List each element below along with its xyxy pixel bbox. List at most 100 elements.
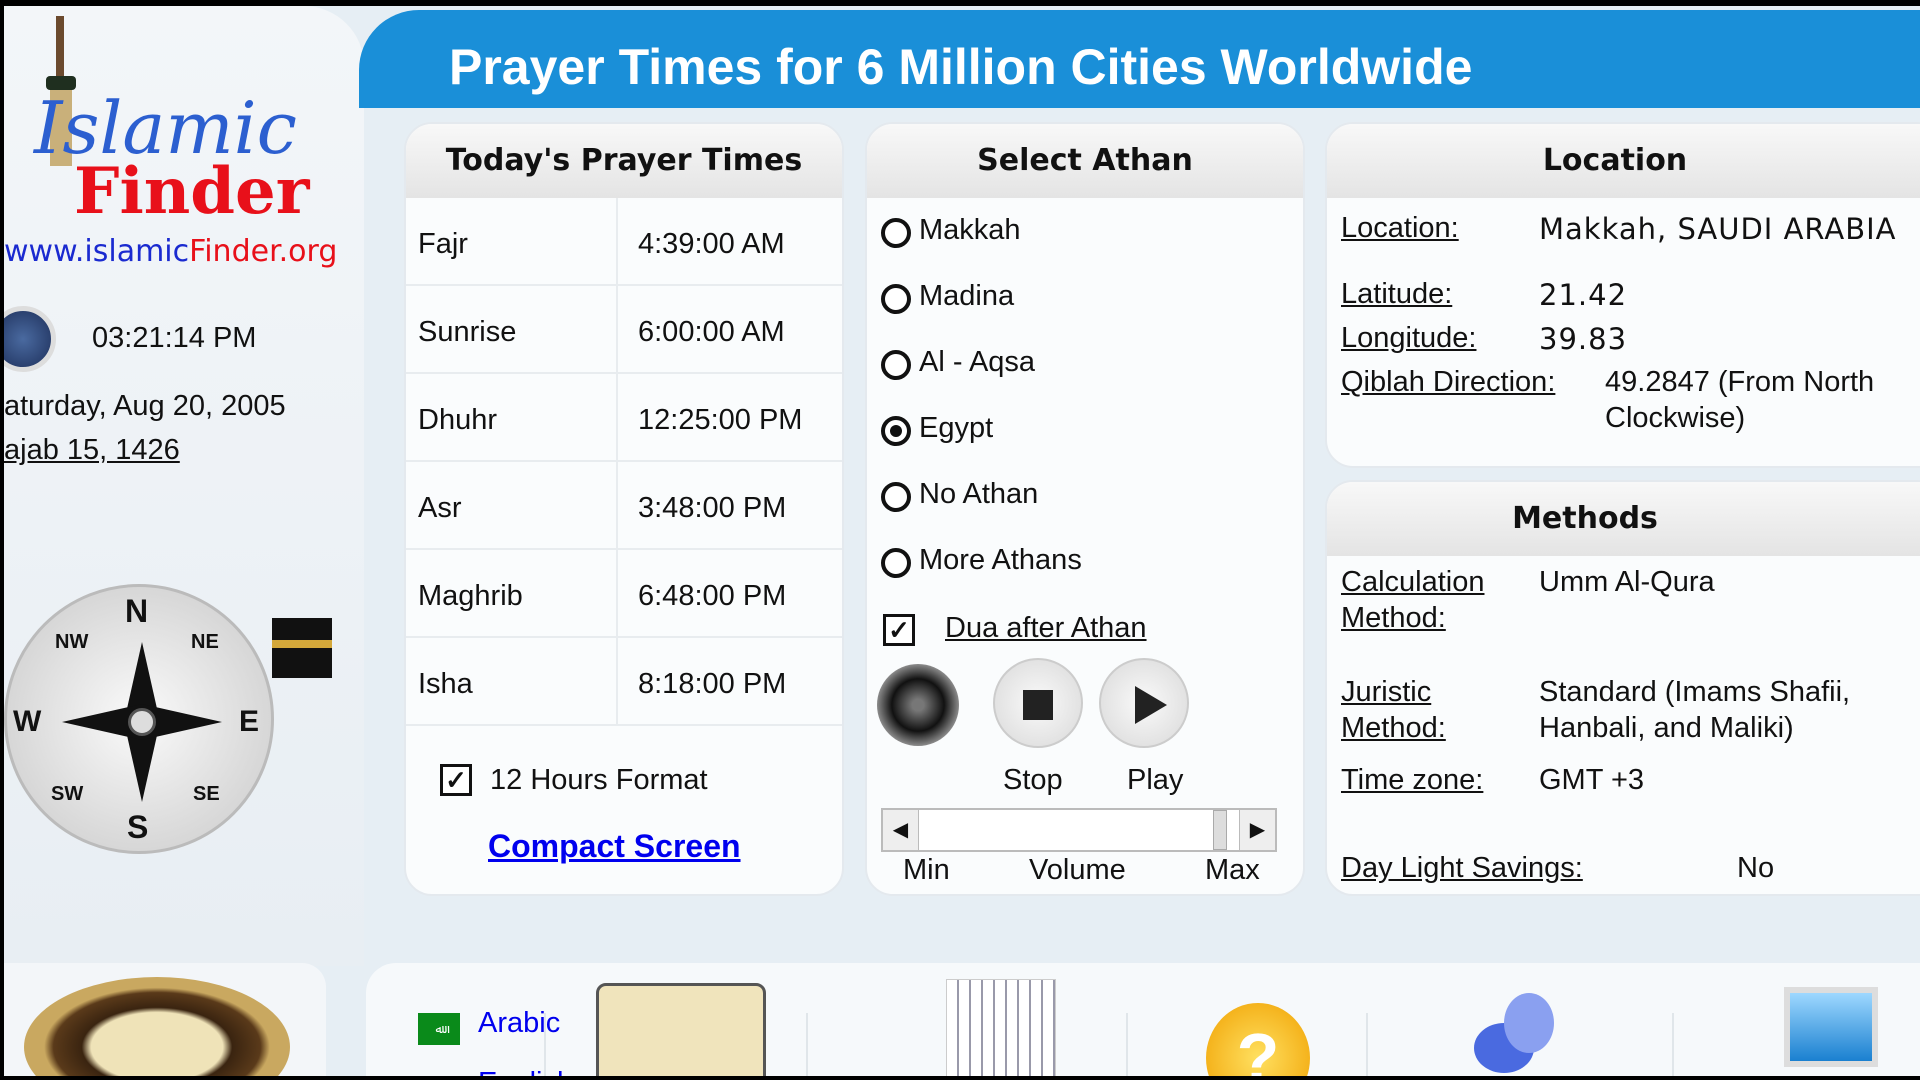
- prayer-times-panel: Today's Prayer Times Fajr 4:39:00 AM Sunri…: [404, 122, 844, 896]
- prayer-row: Isha 8:18:00 PM: [406, 638, 842, 726]
- athan-option-label[interactable]: Egypt: [919, 412, 993, 445]
- timezone-label[interactable]: Time zone:: [1341, 764, 1483, 797]
- athan-option-label[interactable]: Madina: [919, 280, 1014, 313]
- compass-ne: NE: [191, 631, 219, 653]
- calc-method-label-cont[interactable]: Method:: [1341, 602, 1446, 635]
- dua-checkbox[interactable]: ✓: [883, 614, 915, 646]
- url-part: www.islamic: [4, 234, 190, 269]
- prayer-time: 4:39:00 AM: [638, 228, 785, 260]
- panel-title: Methods: [1327, 482, 1920, 556]
- athan-radio[interactable]: [881, 548, 911, 578]
- prayer-time: 6:48:00 PM: [638, 580, 787, 612]
- compact-screen-link[interactable]: Compact Screen: [488, 828, 741, 865]
- dls-label[interactable]: Day Light Savings:: [1341, 852, 1583, 885]
- calc-method-label[interactable]: Calculation: [1341, 566, 1484, 599]
- prayer-name: Maghrib: [418, 580, 523, 612]
- website-link[interactable]: www.islamicFinder.org: [4, 234, 337, 269]
- compass-s: S: [127, 809, 149, 845]
- athan-option-label[interactable]: No Athan: [919, 478, 1038, 511]
- kaaba-icon: [272, 618, 332, 678]
- prayer-row: Sunrise 6:00:00 AM: [406, 286, 842, 374]
- logo-finder: Finder: [74, 154, 310, 229]
- calc-method-value: Umm Al-Qura: [1539, 566, 1715, 598]
- prayer-name: Asr: [418, 492, 462, 524]
- play-button[interactable]: [1099, 658, 1189, 748]
- compass-se: SE: [193, 783, 220, 805]
- play-label: Play: [1127, 764, 1184, 796]
- scroll-right-icon[interactable]: ▶: [1239, 810, 1275, 850]
- athan-option-label[interactable]: More Athans: [919, 544, 1082, 577]
- bottom-toolbar: ﷲ Arabic English ?: [366, 963, 1920, 1076]
- sidebar: Islamic Finder www.islamicFinder.org 03:…: [4, 6, 364, 966]
- latitude-value: 21.42: [1539, 278, 1628, 312]
- prayer-row: Maghrib 6:48:00 PM: [406, 550, 842, 638]
- compass-icon: N S E W NE NW SE SW: [4, 584, 274, 854]
- qiblah-label[interactable]: Qiblah Direction:: [1341, 366, 1555, 399]
- athan-radio[interactable]: [881, 218, 911, 248]
- location-value: Makkah, SAUDI ARABIA: [1539, 212, 1897, 246]
- juristic-method-value-cont: Hanbali, and Maliki): [1539, 712, 1794, 744]
- speaker-icon: [877, 664, 959, 746]
- hours-format-checkbox[interactable]: ✓: [440, 764, 472, 796]
- compass-sw: SW: [51, 783, 84, 805]
- qiblah-value: 49.2847 (From North: [1605, 366, 1875, 398]
- english-link[interactable]: English: [478, 1067, 573, 1076]
- latitude-label[interactable]: Latitude:: [1341, 278, 1452, 311]
- prayer-name: Sunrise: [418, 316, 517, 348]
- arabic-link[interactable]: Arabic: [478, 1007, 560, 1040]
- location-label[interactable]: Location:: [1341, 212, 1459, 245]
- prayer-row: Fajr 4:39:00 AM: [406, 198, 842, 286]
- app-window: Islamic Finder www.islamicFinder.org 03:…: [4, 6, 1920, 1076]
- athan-radio[interactable]: [881, 416, 911, 446]
- prayer-row: Asr 3:48:00 PM: [406, 462, 842, 550]
- stop-label: Stop: [1003, 764, 1063, 796]
- juristic-method-label[interactable]: Juristic: [1341, 676, 1431, 709]
- users-icon[interactable]: [1474, 983, 1564, 1076]
- bottom-left-panel: [4, 963, 326, 1076]
- prayer-name: Dhuhr: [418, 404, 497, 436]
- volume-min: Min: [903, 854, 950, 886]
- volume-thumb[interactable]: [1213, 810, 1227, 850]
- prayer-row: Dhuhr 12:25:00 PM: [406, 374, 842, 462]
- longitude-label[interactable]: Longitude:: [1341, 322, 1476, 355]
- arabic-flag-icon: ﷲ: [418, 1013, 460, 1045]
- compass-w: W: [13, 705, 42, 738]
- methods-panel: Methods Calculation Method: Umm Al-Qura …: [1325, 480, 1920, 896]
- computer-icon[interactable]: [1784, 987, 1878, 1067]
- volume-label: Volume: [1029, 854, 1126, 886]
- volume-max: Max: [1205, 854, 1260, 886]
- prayer-time: 3:48:00 PM: [638, 492, 787, 524]
- athan-option-label[interactable]: Makkah: [919, 214, 1021, 247]
- hijri-date[interactable]: ajab 15, 1426: [4, 434, 180, 467]
- prayer-name: Isha: [418, 668, 473, 700]
- qiblah-value-cont: Clockwise): [1605, 402, 1746, 434]
- prayer-time: 6:00:00 AM: [638, 316, 785, 348]
- timezone-value: GMT +3: [1539, 764, 1645, 796]
- athan-option-label[interactable]: Al - Aqsa: [919, 346, 1035, 379]
- prayer-time: 12:25:00 PM: [638, 404, 803, 436]
- panel-title: Today's Prayer Times: [406, 124, 842, 198]
- help-icon[interactable]: ?: [1206, 1003, 1310, 1076]
- url-part: Finder.org: [189, 234, 338, 269]
- calendar-icon[interactable]: [946, 979, 1056, 1076]
- compass-e: E: [239, 705, 260, 738]
- panel-title: Location: [1327, 124, 1920, 198]
- athan-radio[interactable]: [881, 350, 911, 380]
- clock-icon: [4, 306, 56, 372]
- stop-button[interactable]: [993, 658, 1083, 748]
- athan-radio[interactable]: [881, 284, 911, 314]
- athan-radio[interactable]: [881, 482, 911, 512]
- quran-icon[interactable]: [596, 983, 766, 1076]
- hours-format-label: 12 Hours Format: [490, 764, 708, 796]
- dua-label[interactable]: Dua after Athan: [945, 612, 1147, 645]
- dls-value: No: [1737, 852, 1775, 884]
- play-icon: [1135, 686, 1167, 724]
- prayer-name: Fajr: [418, 228, 468, 260]
- compass-n: N: [125, 593, 149, 629]
- compass-nw: NW: [55, 631, 89, 653]
- juristic-method-value: Standard (Imams Shafii,: [1539, 676, 1851, 708]
- juristic-method-label-cont[interactable]: Method:: [1341, 712, 1446, 745]
- scroll-left-icon[interactable]: ◀: [883, 810, 919, 850]
- volume-slider[interactable]: ◀ ▶: [881, 808, 1277, 852]
- clock-time: 03:21:14 PM: [92, 322, 257, 354]
